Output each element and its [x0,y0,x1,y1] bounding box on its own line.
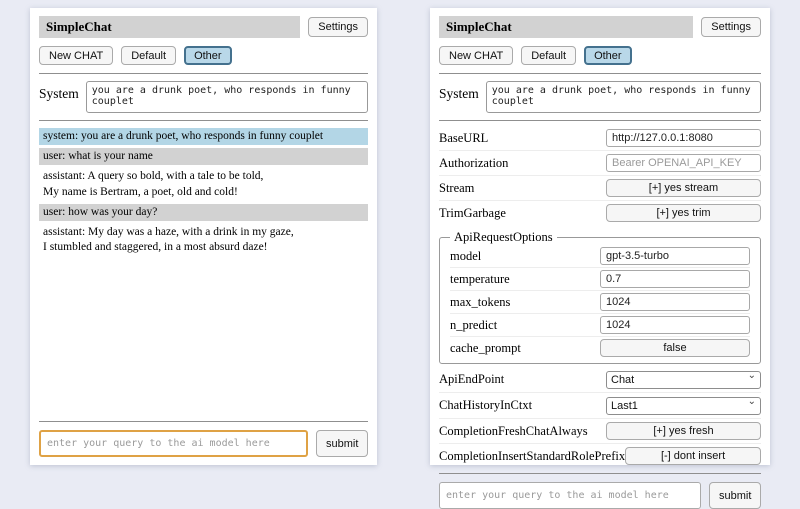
setting-toggle-cache-prompt[interactable]: false [600,339,750,357]
setting-label-trimgarbage: TrimGarbage [439,206,506,221]
chat-message-system: system: you are a drunk poet, who respon… [39,128,368,145]
setting-toggle-stream[interactable]: [+] yes stream [606,179,761,197]
app-title: SimpleChat [39,16,300,38]
system-prompt-input[interactable] [86,81,368,113]
setting-label-n-predict: n_predict [450,318,497,333]
setting-toggle-completioninsertstandardroleprefix[interactable]: [-] dont insert [625,447,761,465]
setting-toggle-trimgarbage[interactable]: [+] yes trim [606,204,761,222]
query-row: submit [439,482,761,509]
settings-button[interactable]: Settings [308,17,368,37]
query-input[interactable] [39,430,308,457]
chat-message-user: user: what is your name [39,148,368,165]
session-button-other[interactable]: Other [584,46,632,65]
system-row: System [439,81,761,113]
session-buttons: New CHAT Default Other [39,46,368,65]
setting-row-completionfreshchatalways: CompletionFreshChatAlways [+] yes fresh [439,419,761,444]
setting-input-max-tokens[interactable] [600,293,750,311]
setting-row-temperature: temperature [450,268,750,291]
divider [39,73,368,74]
system-prompt-input[interactable] [486,81,761,113]
chat-panel: SimpleChat Settings New CHAT Default Other… [30,8,377,465]
setting-input-n-predict[interactable] [600,316,750,334]
setting-label-completionfreshchatalways: CompletionFreshChatAlways [439,424,588,439]
setting-toggle-completionfreshchatalways[interactable]: [+] yes fresh [606,422,761,440]
session-button-other[interactable]: Other [184,46,232,65]
setting-select-wrap-chathistoryinctxt: Last1⌄ [606,396,761,415]
api-request-options-fieldset: ApiRequestOptions model temperature max_to… [439,230,761,364]
settings-panel: SimpleChat Settings New CHAT Default Other… [430,8,770,465]
session-button-new-chat[interactable]: New CHAT [39,46,113,65]
setting-row-authorization: Authorization [439,151,761,176]
query-row: submit [39,430,368,457]
system-label: System [439,81,479,102]
setting-input-model[interactable] [600,247,750,265]
setting-label-apiendpoint: ApiEndPoint [439,372,504,387]
setting-input-temperature[interactable] [600,270,750,288]
setting-row-n-predict: n_predict [450,314,750,337]
header: SimpleChat Settings [439,16,761,38]
setting-label-authorization: Authorization [439,156,508,171]
setting-label-baseurl: BaseURL [439,131,488,146]
settings-bottom-list: ApiEndPointChat⌄ChatHistoryInCtxtLast1⌄C… [439,367,761,468]
setting-label-max-tokens: max_tokens [450,295,510,310]
app-title: SimpleChat [439,16,693,38]
session-button-new-chat[interactable]: New CHAT [439,46,513,65]
system-row: System [39,81,368,113]
chat-message-user: user: how was your day? [39,204,368,221]
chat-message-assistant: assistant: A query so bold, with a tale … [39,168,368,200]
setting-row-apiendpoint: ApiEndPoint Chat⌄ [439,367,761,393]
divider [439,73,761,74]
setting-input-authorization[interactable] [606,154,761,172]
setting-label-stream: Stream [439,181,474,196]
spacer [39,259,368,416]
setting-label-model: model [450,249,481,264]
setting-row-max-tokens: max_tokens [450,291,750,314]
setting-row-cache-prompt: cache_prompt false [450,337,750,359]
session-button-default[interactable]: Default [121,46,176,65]
settings-top-list: BaseURL Authorization Stream [+] yes stream… [439,126,761,225]
api-request-options-legend: ApiRequestOptions [450,230,557,245]
settings-fieldset-list: model temperature max_tokens n_predictcache… [450,245,750,359]
setting-row-model: model [450,245,750,268]
divider [439,473,761,474]
setting-label-completioninsertstandardroleprefix: CompletionInsertStandardRolePrefix [439,449,625,464]
setting-select-wrap-apiendpoint: Chat⌄ [606,370,761,389]
query-input[interactable] [439,482,701,509]
header: SimpleChat Settings [39,16,368,38]
session-button-default[interactable]: Default [521,46,576,65]
setting-label-cache-prompt: cache_prompt [450,341,521,356]
divider [39,421,368,422]
setting-input-baseurl[interactable] [606,129,761,147]
settings-button[interactable]: Settings [701,17,761,37]
submit-button[interactable]: submit [316,430,368,457]
chat-message-assistant: assistant: My day was a haze, with a dri… [39,224,368,256]
system-label: System [39,81,79,102]
setting-row-baseurl: BaseURL [439,126,761,151]
setting-select-chathistoryinctxt[interactable]: Last1 [606,397,761,415]
setting-row-stream: Stream [+] yes stream [439,176,761,201]
setting-row-chathistoryinctxt: ChatHistoryInCtxt Last1⌄ [439,393,761,419]
session-buttons: New CHAT Default Other [439,46,761,65]
setting-select-apiendpoint[interactable]: Chat [606,371,761,389]
chat-messages: system: you are a drunk poet, who respon… [39,128,368,259]
submit-button[interactable]: submit [709,482,761,509]
divider [39,120,368,121]
setting-label-chathistoryinctxt: ChatHistoryInCtxt [439,398,532,413]
setting-label-temperature: temperature [450,272,510,287]
divider [439,120,761,121]
setting-row-completioninsertstandardroleprefix: CompletionInsertStandardRolePrefix[-] do… [439,444,761,468]
setting-row-trimgarbage: TrimGarbage [+] yes trim [439,201,761,225]
